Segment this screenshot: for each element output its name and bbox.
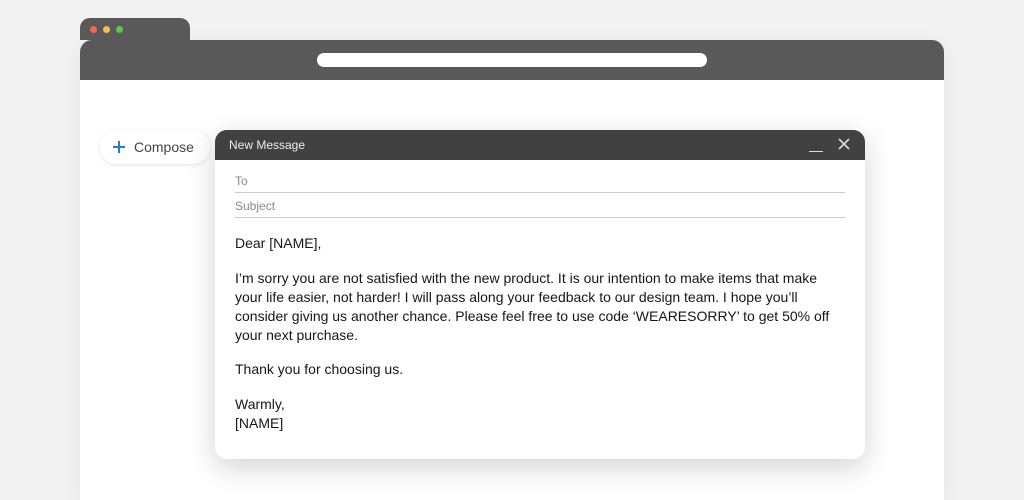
greeting-line: Dear [NAME],	[235, 234, 845, 253]
new-message-window: New Message To Subject Dear [NAME], I’m …	[215, 130, 865, 459]
traffic-minimize-icon[interactable]	[103, 26, 110, 33]
signature-line: [NAME]	[235, 414, 845, 433]
new-message-title: New Message	[229, 138, 305, 152]
minimize-icon[interactable]	[809, 138, 823, 152]
url-input[interactable]	[317, 53, 707, 67]
signoff-line: Warmly,	[235, 395, 845, 414]
plus-icon	[110, 138, 128, 156]
traffic-close-icon[interactable]	[90, 26, 97, 33]
compose-label: Compose	[134, 139, 194, 155]
subject-field[interactable]: Subject	[235, 193, 845, 218]
body-paragraph-1: I’m sorry you are not satisfied with the…	[235, 269, 845, 345]
message-body-text[interactable]: Dear [NAME], I’m sorry you are not satis…	[235, 218, 845, 433]
browser-window: Compose New Message To Subject Dear [NAM…	[80, 40, 944, 500]
traffic-maximize-icon[interactable]	[116, 26, 123, 33]
new-message-body: To Subject Dear [NAME], I’m sorry you ar…	[215, 160, 865, 459]
browser-tab[interactable]	[80, 18, 190, 40]
subject-label: Subject	[235, 199, 275, 213]
body-paragraph-2: Thank you for choosing us.	[235, 360, 845, 379]
url-bar	[80, 40, 944, 80]
to-field[interactable]: To	[235, 168, 845, 193]
tab-strip	[80, 18, 190, 40]
close-icon[interactable]	[837, 137, 851, 154]
new-message-header[interactable]: New Message	[215, 130, 865, 160]
to-label: To	[235, 174, 248, 188]
compose-button[interactable]: Compose	[100, 130, 210, 164]
